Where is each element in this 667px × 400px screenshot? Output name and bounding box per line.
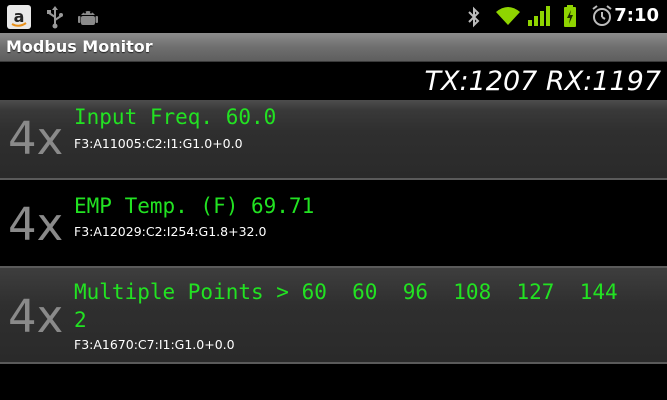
register-type-badge: 4x <box>8 198 64 251</box>
register-address: F3:A11005:C2:I1:G1.0+0.0 <box>74 136 243 151</box>
status-bar: a 7:10 <box>0 0 667 34</box>
row-divider <box>0 362 667 364</box>
signal-icon <box>528 6 550 26</box>
register-type-badge: 4x <box>8 290 64 343</box>
amazon-icon: a <box>7 5 31 29</box>
list-top-shadow <box>0 100 667 110</box>
register-row[interactable]: 4x Multiple Points > 60 60 96 108 127 14… <box>0 268 667 362</box>
register-address: F3:A12029:C2:I254:G1.8+32.0 <box>74 224 267 239</box>
register-row[interactable]: 4x EMP Temp. (F) 69.71 F3:A12029:C2:I254… <box>0 180 667 266</box>
tx-rx-counter-bar: TX:1207 RX:1197 <box>0 62 667 100</box>
register-row[interactable]: 4x Input Freq. 60.0 F3:A11005:C2:I1:G1.0… <box>0 100 667 178</box>
usb-icon <box>47 6 63 29</box>
register-type-badge: 4x <box>8 112 64 165</box>
status-clock: 7:10 <box>614 5 659 26</box>
svg-text:a: a <box>14 7 25 26</box>
register-value: EMP Temp. (F) 69.71 <box>74 194 315 218</box>
register-value-line2: 2 <box>74 308 87 332</box>
wifi-icon <box>496 7 520 25</box>
bluetooth-icon <box>468 6 480 28</box>
app-title-bar: Modbus Monitor <box>0 33 667 62</box>
alarm-icon <box>592 5 612 26</box>
register-address: F3:A1670:C7:I1:G1.0+0.0 <box>74 337 235 352</box>
app-title: Modbus Monitor <box>6 37 153 56</box>
register-list[interactable]: 4x Input Freq. 60.0 F3:A11005:C2:I1:G1.0… <box>0 100 667 400</box>
register-value-line1: Multiple Points > 60 60 96 108 127 144 <box>74 280 618 304</box>
tx-rx-counter: TX:1207 RX:1197 <box>424 66 661 97</box>
android-debug-icon <box>78 11 98 25</box>
battery-charging-icon <box>564 5 576 27</box>
